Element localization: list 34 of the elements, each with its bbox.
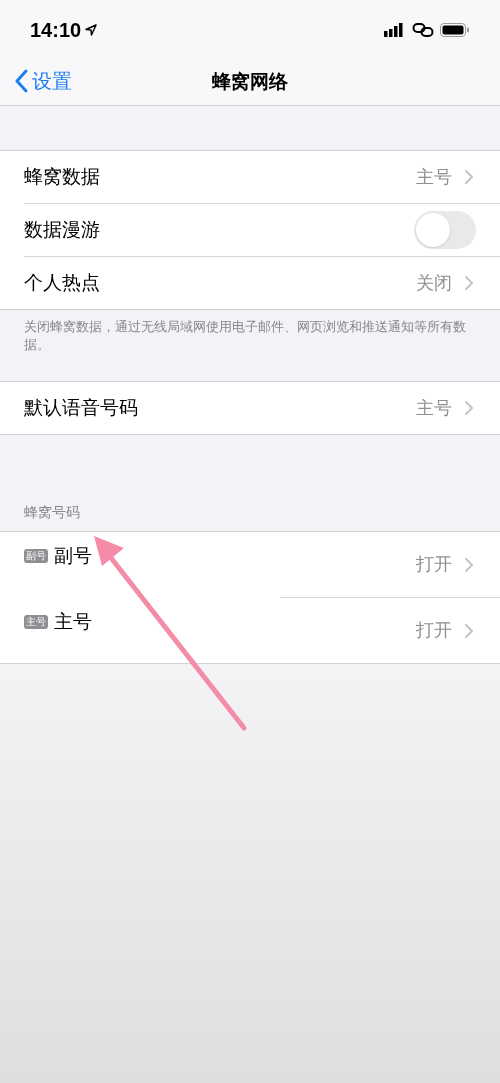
- settings-row[interactable]: 个人热点 关闭: [0, 257, 500, 309]
- back-button[interactable]: 设置: [14, 66, 72, 96]
- sim-badge: 主号: [24, 615, 48, 630]
- row-value: 关闭: [416, 271, 452, 295]
- battery-icon: [440, 23, 470, 37]
- row-label: 主号: [54, 610, 92, 634]
- status-time: 14:10: [30, 18, 82, 43]
- section-footnote: 关闭蜂窝数据，通过无线局域网使用电子邮件、网页浏览和推送通知等所有数据。: [24, 318, 467, 354]
- row-value: 主号: [416, 165, 452, 189]
- page-title: 蜂窝网络: [212, 70, 288, 95]
- row-value: 打开: [416, 619, 452, 642]
- row-label: 数据漫游: [24, 217, 100, 242]
- chevron-right-icon: [464, 275, 474, 291]
- chevron-right-icon: [464, 622, 474, 639]
- sim-row[interactable]: 主号 主号 打开: [0, 598, 500, 663]
- section-header: 蜂窝号码: [24, 503, 80, 522]
- link-icon: [412, 22, 434, 38]
- chevron-right-icon: [464, 400, 474, 416]
- chevron-right-icon: [464, 556, 474, 573]
- row-value: 打开: [416, 553, 452, 576]
- row-label: 蜂窝数据: [24, 164, 100, 189]
- sim-badge: 副号: [24, 549, 48, 564]
- settings-row[interactable]: 蜂窝数据 主号: [0, 151, 500, 203]
- settings-row[interactable]: 数据漫游: [0, 204, 500, 256]
- settings-row[interactable]: 默认语音号码 主号: [0, 382, 500, 434]
- chevron-right-icon: [464, 169, 474, 185]
- toggle-switch[interactable]: [414, 211, 476, 249]
- row-label: 个人热点: [24, 270, 100, 295]
- row-label: 副号: [54, 544, 92, 568]
- row-value: 主号: [416, 396, 452, 420]
- location-icon: [85, 24, 98, 36]
- signal-icon: [384, 23, 406, 37]
- row-label: 默认语音号码: [24, 395, 138, 420]
- chevron-left-icon: [14, 69, 28, 93]
